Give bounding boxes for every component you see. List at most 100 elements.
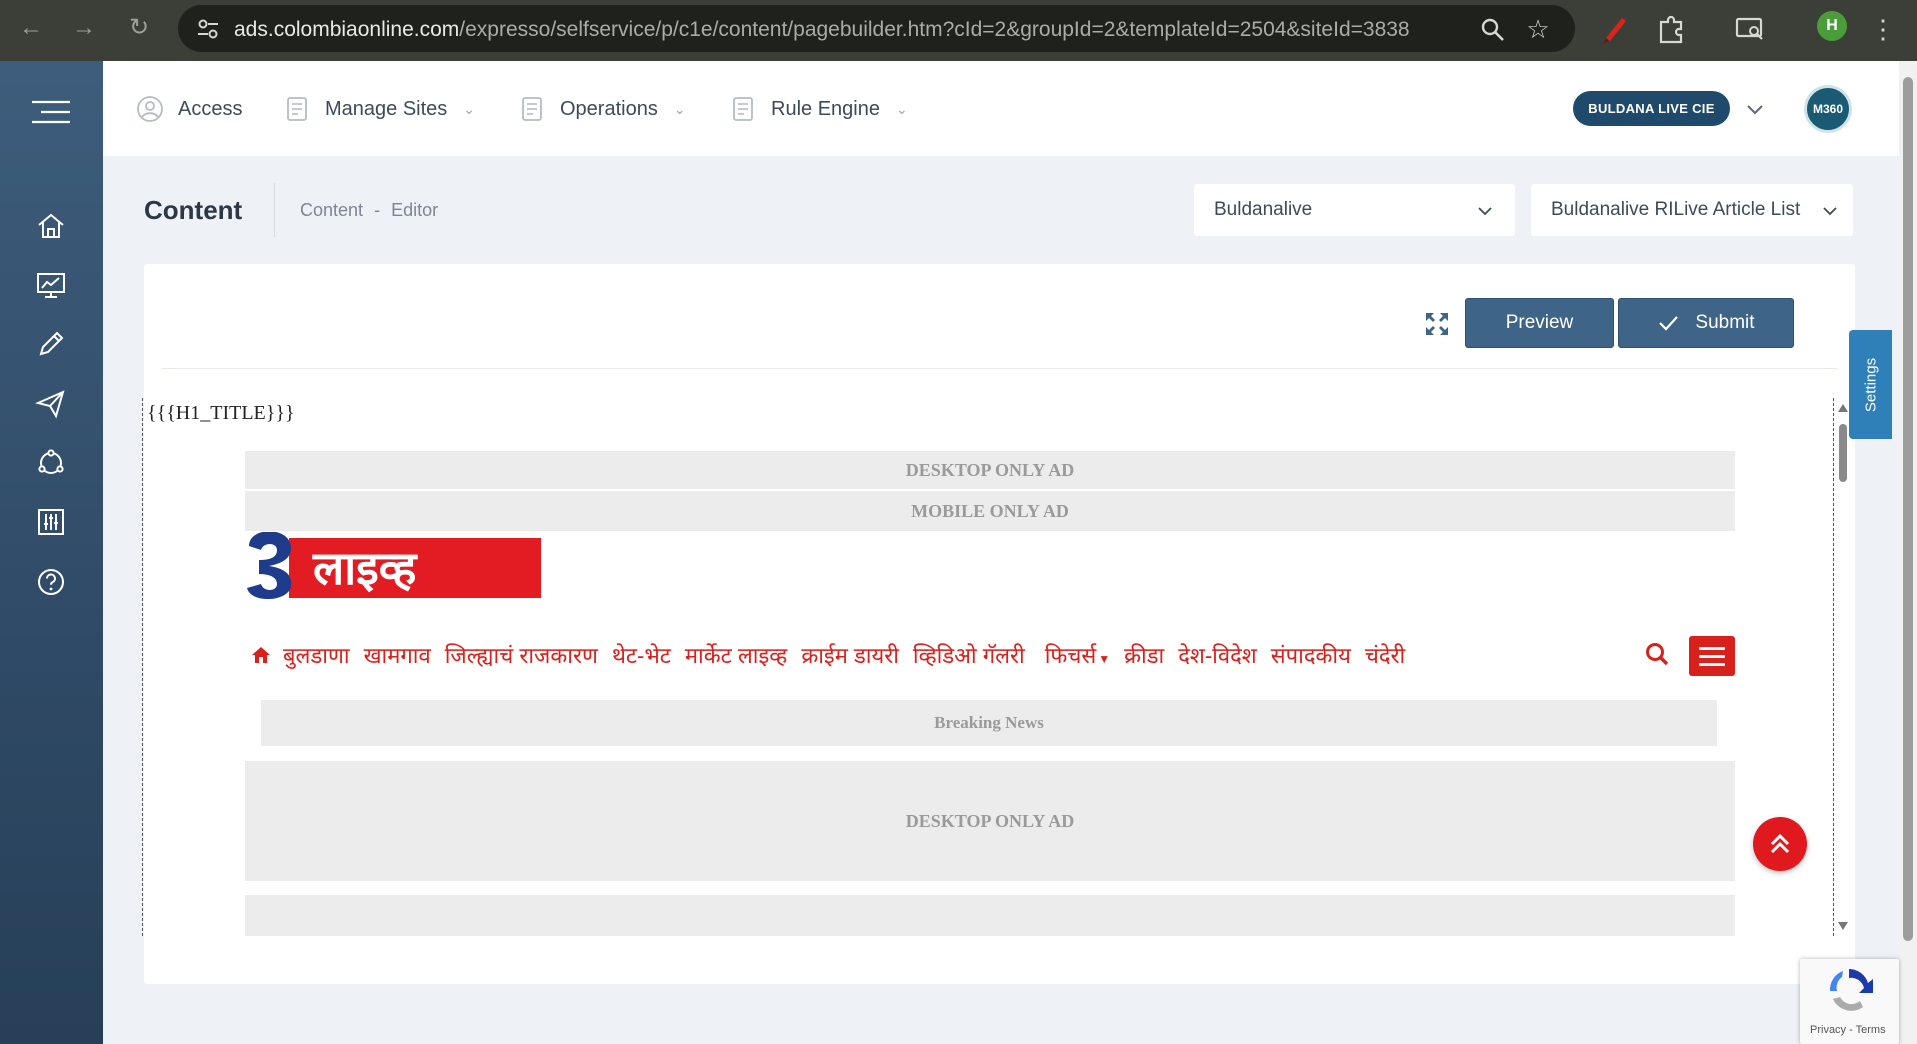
h1-title-placeholder: {{{H1_TITLE}}} — [147, 402, 295, 424]
site-logo: लाइव्ह — [239, 531, 557, 600]
chevron-down-icon — [1478, 207, 1492, 216]
site-nav-item[interactable]: संपादकीय — [1271, 640, 1351, 670]
address-bar[interactable]: ads.colombiaonline.com/expresso/selfserv… — [178, 5, 1575, 52]
nav-operations-label: Operations — [560, 97, 658, 120]
nav-manage-sites[interactable]: Manage Sites ⌄ — [283, 93, 475, 125]
url-path: /expresso/selfservice/p/c1e/content/page… — [459, 18, 1410, 41]
user-circle-icon — [137, 96, 163, 122]
desktop-ad-slot: DESKTOP ONLY AD — [245, 451, 1735, 489]
site-nav-item[interactable]: देश-विदेश — [1178, 640, 1257, 670]
url-text[interactable]: ads.colombiaonline.com/expresso/selfserv… — [234, 18, 1410, 42]
site-logo-text: लाइव्ह — [313, 541, 417, 595]
mobile-ad-slot: MOBILE ONLY AD — [245, 491, 1735, 531]
help-icon[interactable] — [34, 565, 68, 599]
recaptcha-separator: - — [1849, 1024, 1853, 1036]
sidebar — [0, 61, 103, 1044]
preview-scrollbar[interactable] — [1837, 398, 1849, 936]
recaptcha-terms-link[interactable]: Terms — [1856, 1024, 1886, 1036]
site-home-icon[interactable] — [251, 645, 271, 665]
pencil-icon[interactable] — [34, 327, 68, 361]
recaptcha-privacy-link[interactable]: Privacy — [1810, 1024, 1846, 1036]
nav-manage-sites-label: Manage Sites — [325, 97, 448, 120]
chevron-down-icon: ⌄ — [673, 100, 686, 117]
url-host: ads.colombiaonline.com — [234, 18, 460, 41]
forward-icon[interactable]: → — [66, 10, 102, 46]
recaptcha-logo-icon — [1829, 969, 1873, 1011]
site-menu-button[interactable] — [1689, 636, 1735, 676]
browser-toolbar: ← → ↻ ads.colombiaonline.com/expresso/se… — [0, 0, 1917, 61]
site-nav-item[interactable]: क्राईम डायरी — [801, 640, 899, 670]
double-chevron-up-icon — [1770, 833, 1790, 854]
preview-button-label: Preview — [1505, 312, 1574, 333]
document-icon — [522, 97, 542, 121]
menu-toggle-icon[interactable] — [32, 99, 70, 125]
hamburger-bar — [1699, 663, 1725, 666]
submit-button-label: Submit — [1695, 312, 1755, 333]
document-icon — [733, 97, 753, 121]
browser-menu-icon[interactable]: ⋮ — [1870, 12, 1896, 46]
site-navigation: बुलडाणा खामगाव जिल्ह्याचं राजकारण थेट-भे… — [251, 638, 1419, 672]
window-scrollbar-thumb[interactable] — [1903, 77, 1913, 941]
site-select-value: Buldanalive — [1214, 199, 1313, 220]
home-icon[interactable] — [34, 209, 68, 243]
monitor-chart-icon[interactable] — [34, 268, 68, 302]
profile-avatar[interactable]: H — [1817, 11, 1847, 41]
account-badge[interactable]: BULDANA LIVE CIE — [1573, 91, 1730, 126]
back-icon[interactable]: ← — [13, 10, 49, 46]
site-nav-item-label: फिचर्स — [1044, 643, 1097, 668]
preview-button[interactable]: Preview — [1465, 298, 1614, 348]
nav-rule-engine[interactable]: Rule Engine ⌄ — [729, 93, 908, 125]
nav-access[interactable]: Access — [136, 93, 242, 125]
zoom-icon[interactable] — [1479, 16, 1507, 44]
breaking-news-bar: Breaking News — [261, 700, 1717, 746]
user-avatar[interactable]: M360 — [1804, 85, 1852, 133]
site-nav-item[interactable]: जिल्ह्याचं राजकारण — [445, 640, 598, 670]
scroll-to-top-button[interactable] — [1753, 817, 1807, 871]
chevron-down-icon: ⌄ — [463, 100, 476, 117]
template-select-value: Buldanalive RILive Article List — [1551, 199, 1801, 220]
fullscreen-expand-icon[interactable] — [1423, 310, 1451, 338]
bookmark-star-icon[interactable]: ☆ — [1523, 14, 1553, 44]
site-nav-item[interactable]: व्हिडिओ गॅलरी — [913, 640, 1025, 670]
chevron-down-icon[interactable] — [1741, 95, 1769, 123]
header-divider — [274, 183, 275, 237]
reload-icon[interactable]: ↻ — [121, 10, 157, 46]
window-scrollbar[interactable] — [1899, 61, 1917, 1044]
template-preview[interactable]: {{{H1_TITLE}}} लाइव्ह DESKTOP ONLY AD MO… — [142, 398, 1834, 936]
breadcrumb-editor: Editor — [391, 200, 439, 220]
caret-down-icon: ▼ — [1098, 652, 1111, 666]
site-settings-icon[interactable] — [192, 13, 224, 45]
site-select[interactable]: Buldanalive — [1194, 184, 1515, 236]
nav-rule-engine-label: Rule Engine — [771, 97, 880, 120]
chevron-down-icon — [1823, 207, 1837, 216]
content-placeholder — [245, 895, 1735, 936]
breadcrumb-separator: - — [374, 200, 381, 220]
site-nav-item-dropdown[interactable]: फिचर्स ▼ — [1045, 640, 1110, 670]
chevron-down-icon: ⌄ — [895, 100, 908, 117]
template-select[interactable]: Buldanalive RILive Article List — [1531, 184, 1853, 236]
site-nav-item[interactable]: थेट-भेट — [612, 640, 671, 670]
recaptcha-badge[interactable]: Privacy - Terms — [1800, 959, 1899, 1044]
extensions-puzzle-icon[interactable] — [1654, 12, 1688, 46]
site-nav-item[interactable]: क्रीडा — [1124, 640, 1164, 670]
document-icon — [287, 97, 307, 121]
site-nav-item[interactable]: बुलडाणा — [283, 640, 350, 670]
paper-plane-icon[interactable] — [34, 387, 68, 421]
settings-tab[interactable]: Settings — [1849, 330, 1892, 439]
recaptcha-legal: Privacy - Terms — [1810, 1024, 1886, 1036]
nav-access-label: Access — [178, 97, 243, 120]
cast-search-icon[interactable] — [1733, 12, 1767, 46]
hamburger-bar — [1699, 647, 1725, 650]
submit-button[interactable]: Submit — [1618, 298, 1794, 348]
site-nav-item[interactable]: खामगाव — [364, 640, 431, 670]
nav-operations[interactable]: Operations ⌄ — [518, 93, 686, 125]
page-title: Content — [144, 195, 243, 225]
breadcrumb-content[interactable]: Content — [300, 200, 363, 220]
cycle-icon[interactable] — [34, 446, 68, 480]
site-nav-item[interactable]: मार्केट लाइव्ह — [685, 640, 787, 670]
pen-extension-icon[interactable] — [1598, 12, 1632, 46]
site-nav-item[interactable]: चंदेरी — [1365, 640, 1405, 670]
sliders-icon[interactable] — [34, 505, 68, 539]
toolbar-divider — [162, 368, 1837, 369]
site-search-icon[interactable] — [1643, 640, 1671, 668]
